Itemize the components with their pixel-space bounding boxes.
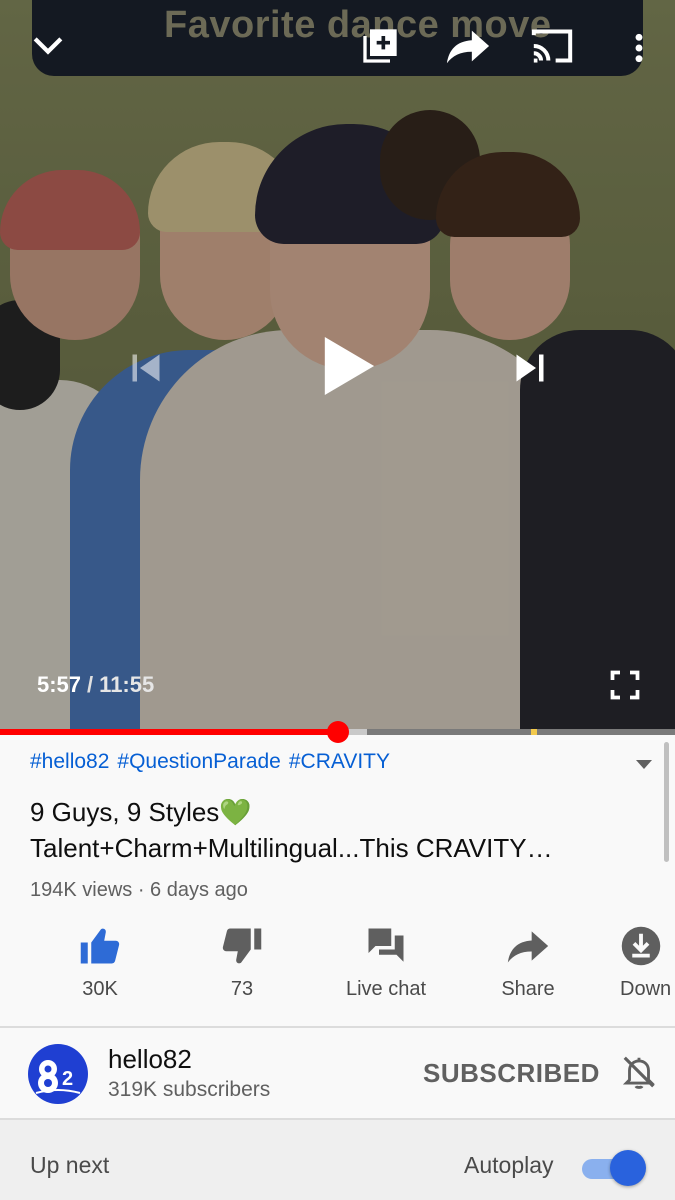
seek-bar[interactable]: [0, 721, 675, 743]
download-icon: [620, 924, 664, 968]
avatar[interactable]: 2: [28, 1044, 88, 1104]
hashtag-link[interactable]: #CRAVITY: [289, 750, 390, 773]
played-bar: [0, 729, 338, 735]
play-icon[interactable]: [308, 326, 388, 406]
action-bar: 30K 73 Live chat Share Down: [0, 924, 675, 1004]
autoplay-toggle[interactable]: [582, 1150, 646, 1186]
share-icon: [506, 924, 550, 968]
subscriber-count: 319K subscribers: [108, 1078, 271, 1101]
more-vert-icon[interactable]: [624, 26, 654, 70]
live-chat-icon: [364, 924, 408, 968]
hashtag-link[interactable]: #hello82: [30, 750, 109, 773]
dislike-button[interactable]: 73: [172, 924, 312, 1001]
add-to-playlist-icon[interactable]: [358, 24, 402, 68]
time-display: 5:57/11:55: [37, 672, 154, 698]
dislike-count: 73: [230, 978, 254, 1000]
video-title[interactable]: 9 Guys, 9 Styles💚 Talent+Charm+Multiling…: [30, 794, 630, 866]
live-chat-button[interactable]: Live chat: [316, 924, 456, 1001]
up-next-header: Up next Autoplay: [0, 1120, 675, 1200]
video-title-line-2: Talent+Charm+Multilingual...This CRAVITY…: [30, 833, 553, 863]
channel-row: 2 hello82 319K subscribers SUBSCRIBED: [0, 1028, 675, 1118]
subscribed-button[interactable]: SUBSCRIBED: [423, 1058, 600, 1089]
download-label: Down: [620, 978, 672, 1000]
video-player[interactable]: Favorite dance move 5:57/11:55: [0, 0, 675, 732]
share-label: Share: [501, 978, 555, 1000]
video-title-line-1: 9 Guys, 9 Styles💚: [30, 797, 252, 827]
duration: 11:55: [99, 672, 155, 697]
fullscreen-icon[interactable]: [606, 666, 644, 704]
svg-text:2: 2: [62, 1068, 73, 1090]
seek-thumb[interactable]: [326, 721, 349, 743]
download-button[interactable]: Down: [620, 924, 675, 1001]
share-button[interactable]: Share: [458, 924, 598, 1001]
hashtag-list: #hello82 #QuestionParade #CRAVITY: [30, 750, 398, 774]
thumb-down-icon: [220, 924, 264, 968]
current-time: 5:57: [37, 672, 82, 697]
notification-off-bell-icon[interactable]: [620, 1053, 658, 1091]
share-icon[interactable]: [444, 24, 492, 68]
up-next-label: Up next: [30, 1152, 110, 1178]
autoplay-toggle-knob: [610, 1150, 646, 1186]
ad-marker: [531, 729, 537, 735]
live-chat-label: Live chat: [345, 978, 427, 1000]
next-icon[interactable]: [506, 346, 554, 390]
autoplay-label: Autoplay: [464, 1152, 554, 1178]
like-count: 30K: [82, 978, 118, 1000]
like-button[interactable]: 30K: [30, 924, 170, 1001]
previous-icon[interactable]: [122, 346, 170, 390]
channel-name[interactable]: hello82: [108, 1044, 192, 1075]
scrollbar[interactable]: [664, 742, 669, 862]
expand-description-icon[interactable]: [632, 752, 656, 776]
time-separator: /: [87, 672, 94, 697]
cast-icon[interactable]: [528, 24, 576, 68]
view-count-and-date: 194K views · 6 days ago: [30, 879, 248, 901]
chevron-down-icon[interactable]: [28, 26, 68, 66]
hashtag-link[interactable]: #QuestionParade: [117, 750, 280, 773]
thumb-up-icon: [78, 924, 122, 968]
